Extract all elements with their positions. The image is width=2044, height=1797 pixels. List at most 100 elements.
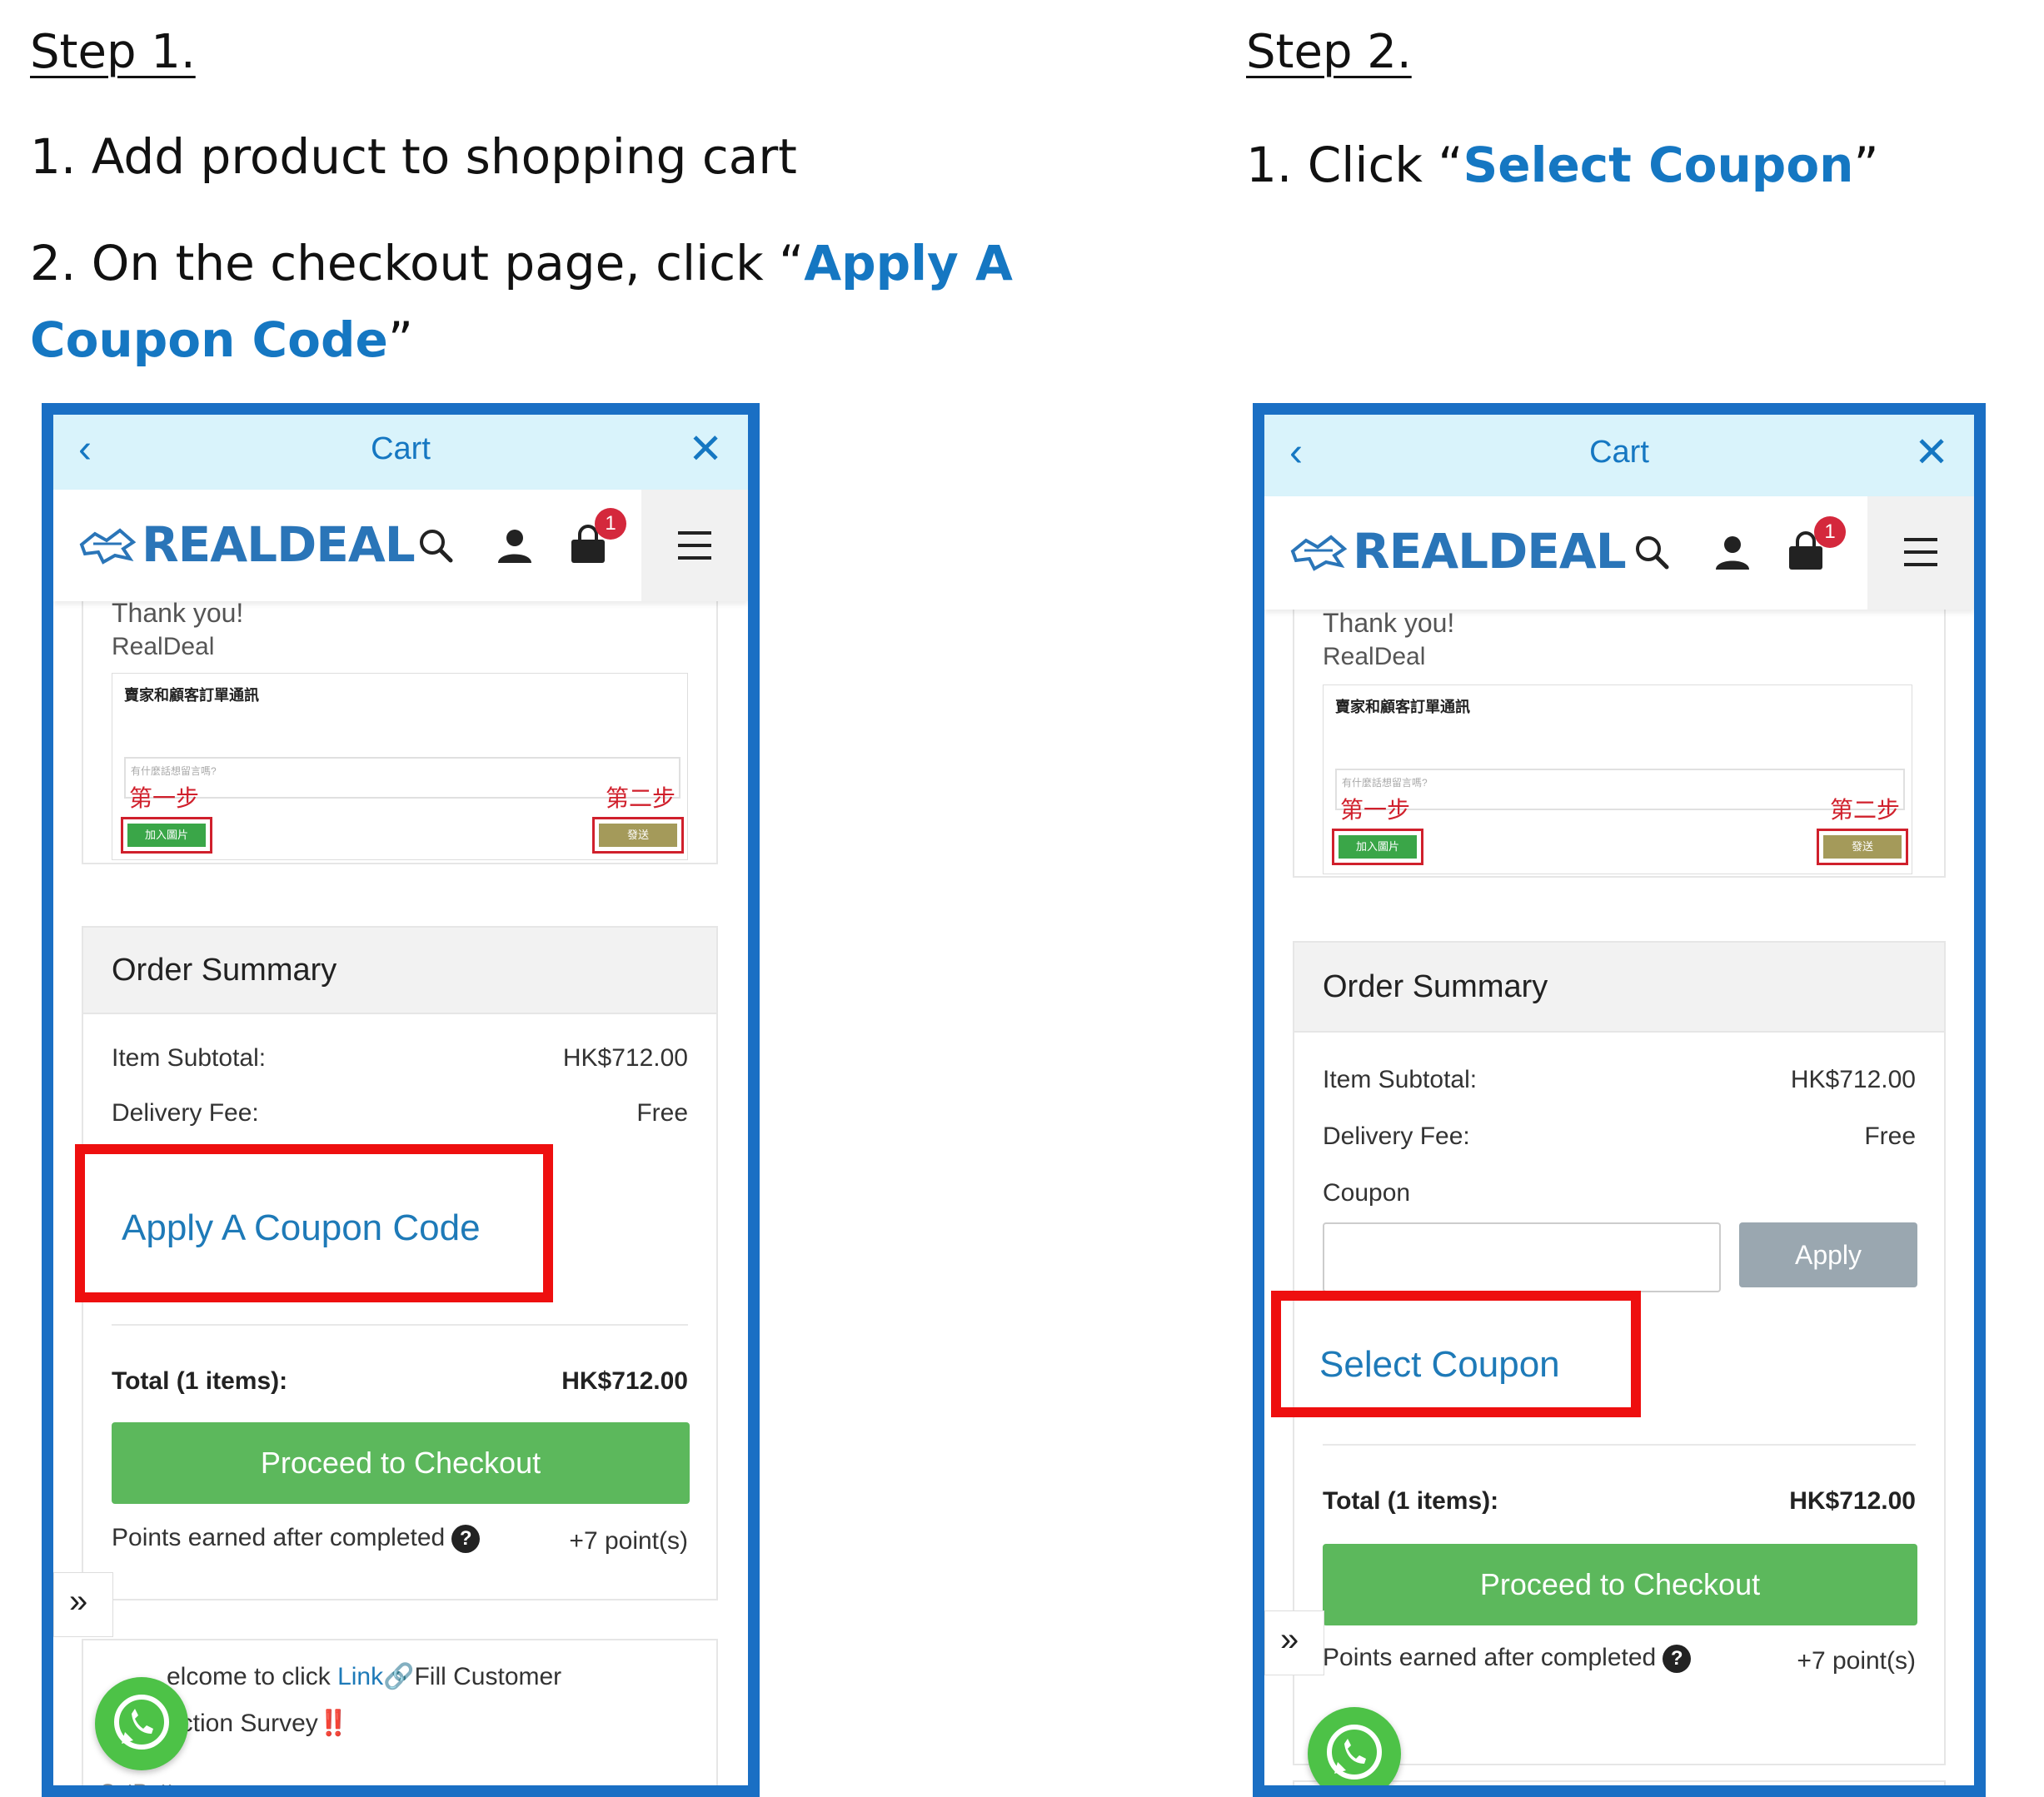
add-image-button[interactable]: 加入圖片 [1332, 829, 1423, 865]
send-label: 發送 [599, 824, 677, 847]
expand-panel-button[interactable]: » [1264, 1610, 1324, 1675]
add-image-label: 加入圖片 [1339, 835, 1417, 859]
coupon-code-input[interactable] [1323, 1222, 1721, 1292]
whatsapp-button[interactable] [1308, 1707, 1401, 1785]
survey-text-c: action Survey [167, 1710, 318, 1737]
delivery-fee-value: Free [636, 1099, 688, 1127]
help-icon[interactable]: ? [1663, 1645, 1692, 1674]
step-2-line-1-prefix: 1. Click “ [1246, 137, 1463, 193]
order-summary-title: Order Summary [1323, 969, 1548, 1004]
close-icon[interactable]: ✕ [688, 425, 723, 473]
points-value: +7 point(s) [1797, 1647, 1916, 1675]
step-1-title: Step 1. [30, 25, 196, 79]
cart-title: Cart [371, 431, 431, 466]
cart-count-badge: 1 [595, 508, 626, 540]
chat-screenshot: 賣家和顧客訂單通訊 有什麼話想留言嗎? 第一步 第二步 加入圖片 發送 [1323, 684, 1912, 874]
step-1-highlight-a: Apply A [804, 235, 1013, 291]
step-2-line-1: 1. Click “Select Coupon” [1246, 127, 1879, 203]
user-icon[interactable] [1709, 530, 1756, 576]
step-2-title: Step 2. [1246, 25, 1412, 79]
survey-exclaim: ‼️ [317, 1710, 350, 1737]
delivery-fee-label: Delivery Fee: [1323, 1123, 1470, 1150]
left-phone-screenshot: ‹ Cart ✕ REALDEAL 1 Thank you! RealDeal … [42, 403, 760, 1797]
close-icon[interactable]: ✕ [1914, 428, 1949, 476]
send-button[interactable]: 發送 [592, 817, 684, 854]
total-value: HK$712.00 [1789, 1487, 1916, 1515]
site-header: REALDEAL 1 [53, 490, 748, 601]
add-image-button[interactable]: 加入圖片 [121, 817, 212, 854]
expand-panel-button[interactable]: » [53, 1572, 113, 1637]
signature-text: RealDeal [112, 633, 215, 660]
delivery-fee-label: Delivery Fee: [112, 1099, 259, 1127]
chat-heading: 賣家和顧客訂單通訊 [1335, 699, 1470, 715]
send-label: 發送 [1823, 835, 1902, 859]
proceed-to-checkout-button[interactable]: Proceed to Checkout [1323, 1544, 1917, 1625]
points-earned-label: Points earned after completed? [1323, 1644, 1692, 1674]
step-one-label: 第一步 [1340, 797, 1411, 823]
search-icon[interactable] [413, 523, 460, 570]
right-annotation-box [1271, 1291, 1641, 1417]
step-two-label: 第二步 [1829, 797, 1900, 823]
step-1-line-2-prefix: 2. On the checkout page, click “ [30, 235, 805, 291]
step-2-line-1-suffix: ” [1853, 137, 1879, 193]
help-icon[interactable]: ? [451, 1525, 481, 1554]
total-label: Total (1 items): [1323, 1487, 1499, 1515]
chat-input[interactable]: 有什麼話想留言嗎? [124, 757, 681, 799]
whatsapp-icon [1327, 1725, 1382, 1780]
step-1-highlight-b: Coupon Code [30, 311, 388, 368]
step-one-label: 第一步 [129, 785, 200, 811]
order-summary-header: Order Summary [1294, 943, 1944, 1033]
chat-screenshot: 賣家和顧客訂單通訊 有什麼話想留言嗎? 第一步 第二步 加入圖片 發送 [112, 673, 688, 860]
apply-coupon-button[interactable]: Apply [1739, 1222, 1917, 1287]
points-earned-label: Points earned after completed? [112, 1524, 481, 1554]
cart-title: Cart [1589, 435, 1649, 470]
hamburger-menu-icon [1904, 538, 1937, 566]
points-earned-text: Points earned after completed [112, 1524, 446, 1551]
summary-divider [1323, 1444, 1916, 1446]
getbutton-credit[interactable]: GetButton [100, 1780, 197, 1785]
survey-message: elcome to click Link🔗Fill Customer actio… [167, 1654, 700, 1747]
survey-link[interactable]: Link [337, 1663, 383, 1690]
proceed-to-checkout-button[interactable]: Proceed to Checkout [112, 1422, 690, 1504]
menu-button[interactable] [641, 490, 748, 601]
subtotal-label: Item Subtotal: [112, 1044, 267, 1072]
user-icon[interactable] [491, 523, 538, 570]
chat-input[interactable]: 有什麼話想留言嗎? [1335, 769, 1905, 810]
order-summary-header: Order Summary [83, 928, 716, 1014]
cart-count-badge: 1 [1814, 516, 1846, 548]
menu-button[interactable] [1867, 496, 1974, 610]
thanks-text: Thank you! [1323, 608, 1455, 638]
double-chevron-right-icon: » [1280, 1621, 1299, 1658]
subtotal-value: HK$712.00 [1790, 1066, 1916, 1093]
total-label: Total (1 items): [112, 1367, 288, 1395]
whatsapp-icon [114, 1695, 169, 1750]
realdeal-logo[interactable]: REALDEAL [1289, 518, 1627, 585]
realdeal-logo[interactable]: REALDEAL [78, 511, 416, 578]
delivery-fee-value: Free [1864, 1123, 1916, 1150]
thanks-text: Thank you! [112, 598, 244, 628]
right-phone-screenshot: ‹ Cart ✕ REALDEAL 1 Thank you! RealDeal … [1253, 403, 1986, 1797]
send-button[interactable]: 發送 [1817, 829, 1908, 865]
step-1-line-2: 2. On the checkout page, click “Apply A … [30, 225, 1013, 378]
coupon-label: Coupon [1323, 1179, 1411, 1207]
site-header: REALDEAL 1 [1264, 496, 1974, 610]
logo-mark-icon [79, 528, 137, 565]
brand-name: REALDEAL [1353, 523, 1627, 580]
left-annotation-box [75, 1144, 553, 1302]
cart-title-bar: ‹ Cart ✕ [53, 415, 748, 490]
hamburger-menu-icon [678, 531, 711, 560]
total-value: HK$712.00 [561, 1367, 688, 1395]
chat-placeholder: 有什麼話想留言嗎? [1342, 777, 1428, 789]
whatsapp-button[interactable] [95, 1677, 188, 1770]
subtotal-label: Item Subtotal: [1323, 1066, 1478, 1093]
chat-heading: 賣家和顧客訂單通訊 [124, 687, 259, 704]
step-1-line-2-suffix: ” [387, 311, 413, 368]
points-earned-text: Points earned after completed [1323, 1644, 1657, 1671]
order-summary-title: Order Summary [112, 953, 337, 988]
step-2-highlight: Select Coupon [1463, 137, 1854, 193]
brand-name: REALDEAL [142, 516, 416, 573]
search-icon[interactable] [1629, 530, 1676, 576]
summary-divider [112, 1324, 688, 1326]
subtotal-value: HK$712.00 [562, 1044, 688, 1072]
chat-placeholder: 有什麼話想留言嗎? [131, 765, 217, 777]
